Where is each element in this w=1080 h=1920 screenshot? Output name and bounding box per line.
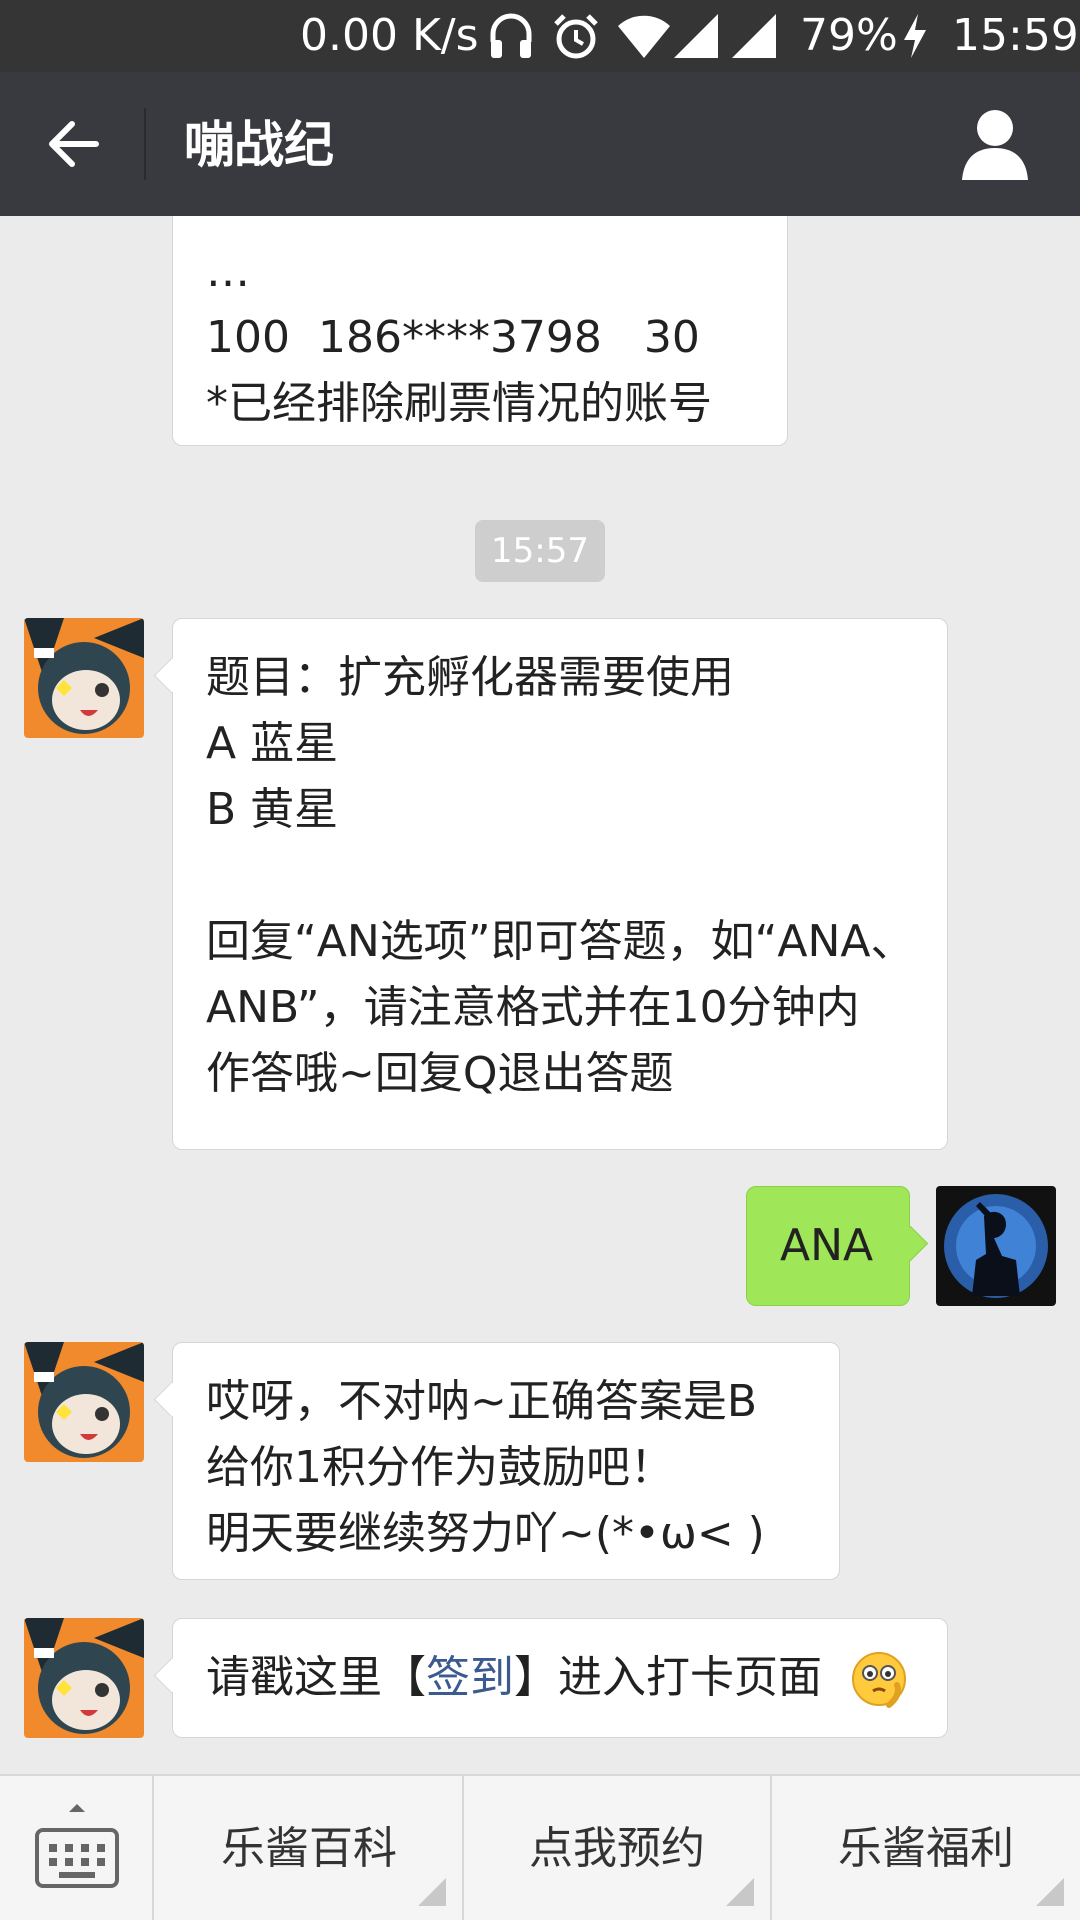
message-line: 哎呀，不对呐~正确答案是B: [206, 1376, 758, 1427]
message-bubble: 请戳这里【签到】进入打卡页面: [172, 1618, 948, 1738]
message-line: …: [206, 246, 250, 297]
avatar-image: [24, 618, 144, 738]
headphones-icon: [490, 13, 532, 58]
message-line: ANB”，请注意格式并在10分钟内: [206, 982, 860, 1033]
signal-icon: [674, 14, 718, 58]
app-header: 嘣战纪: [0, 72, 1080, 216]
bot-avatar[interactable]: [24, 1618, 144, 1738]
submenu-indicator-icon: [1036, 1878, 1064, 1906]
bottom-menu: 乐酱百科 点我预约 乐酱福利: [0, 1774, 1080, 1920]
menu-item-benefits[interactable]: 乐酱福利: [772, 1776, 1080, 1920]
chat-area[interactable]: … 100 186****3798 30 *已经排除刷票情况的账号 15:57 …: [0, 216, 1080, 1774]
bot-avatar[interactable]: [24, 1342, 144, 1462]
page-title: 嘣战纪: [184, 116, 334, 174]
battery-percent: 79%: [800, 10, 898, 61]
message-bubble: 哎呀，不对呐~正确答案是B 给你1积分作为鼓励吧！ 明天要继续努力吖~(*•ω<…: [172, 1342, 840, 1580]
avatar-image: [24, 1342, 144, 1462]
user-avatar[interactable]: [936, 1186, 1056, 1306]
message-line: B 黄星: [206, 784, 339, 835]
signal-icon-2: [732, 14, 776, 58]
clock: 15:59: [952, 10, 1079, 61]
submenu-indicator-icon: [418, 1878, 446, 1906]
message-text-prefix: 请戳这里【: [206, 1652, 426, 1703]
message-line: 100 186****3798 30: [206, 312, 700, 363]
message-line: 明天要继续努力吖~(*•ω< ): [206, 1508, 765, 1559]
avatar-image: [936, 1186, 1056, 1306]
menu-item-label: 点我预约: [529, 1823, 705, 1874]
net-speed: 0.00 K/s: [300, 10, 479, 61]
message-line: A 蓝星: [206, 718, 339, 769]
message-line: [206, 843, 914, 909]
menu-item-label: 乐酱百科: [221, 1823, 397, 1874]
message-line: 题目：扩充孵化器需要使用: [206, 652, 734, 703]
status-bar: 0.00 K/s 79% 15:59: [0, 0, 1080, 72]
message-text-suffix: 】进入打卡页面: [514, 1652, 822, 1703]
menu-item-wiki[interactable]: 乐酱百科: [156, 1776, 464, 1920]
checkin-link[interactable]: 签到: [426, 1652, 514, 1703]
alarm-icon: [554, 14, 598, 59]
bot-avatar[interactable]: [24, 618, 144, 738]
timestamp-chip: 15:57: [475, 520, 605, 582]
message-line: *已经排除刷票情况的账号: [206, 378, 712, 429]
thinking-emoji-icon: [852, 1652, 906, 1708]
message-line: 作答哦~回复Q退出答题: [206, 1048, 674, 1099]
avatar-image: [24, 1618, 144, 1738]
back-arrow-icon[interactable]: [44, 108, 104, 180]
message-line: 给你1积分作为鼓励吧！: [206, 1442, 674, 1493]
message-bubble-user: ANA: [746, 1186, 910, 1306]
keyboard-toggle-button[interactable]: [0, 1776, 154, 1920]
charging-icon: [904, 14, 926, 58]
menu-item-booking[interactable]: 点我预约: [464, 1776, 772, 1920]
wifi-icon: [618, 15, 670, 59]
keyboard-icon: [35, 1804, 119, 1888]
message-bubble: … 100 186****3798 30 *已经排除刷票情况的账号: [172, 216, 788, 446]
profile-icon[interactable]: [960, 106, 1030, 182]
header-divider: [144, 108, 146, 180]
submenu-indicator-icon: [726, 1878, 754, 1906]
menu-item-label: 乐酱福利: [838, 1823, 1014, 1874]
message-line: 回复“AN选项”即可答题，如“ANA、: [206, 916, 915, 967]
message-bubble: 题目：扩充孵化器需要使用 A 蓝星 B 黄星 回复“AN选项”即可答题，如“AN…: [172, 618, 948, 1150]
message-text: ANA: [780, 1220, 874, 1271]
